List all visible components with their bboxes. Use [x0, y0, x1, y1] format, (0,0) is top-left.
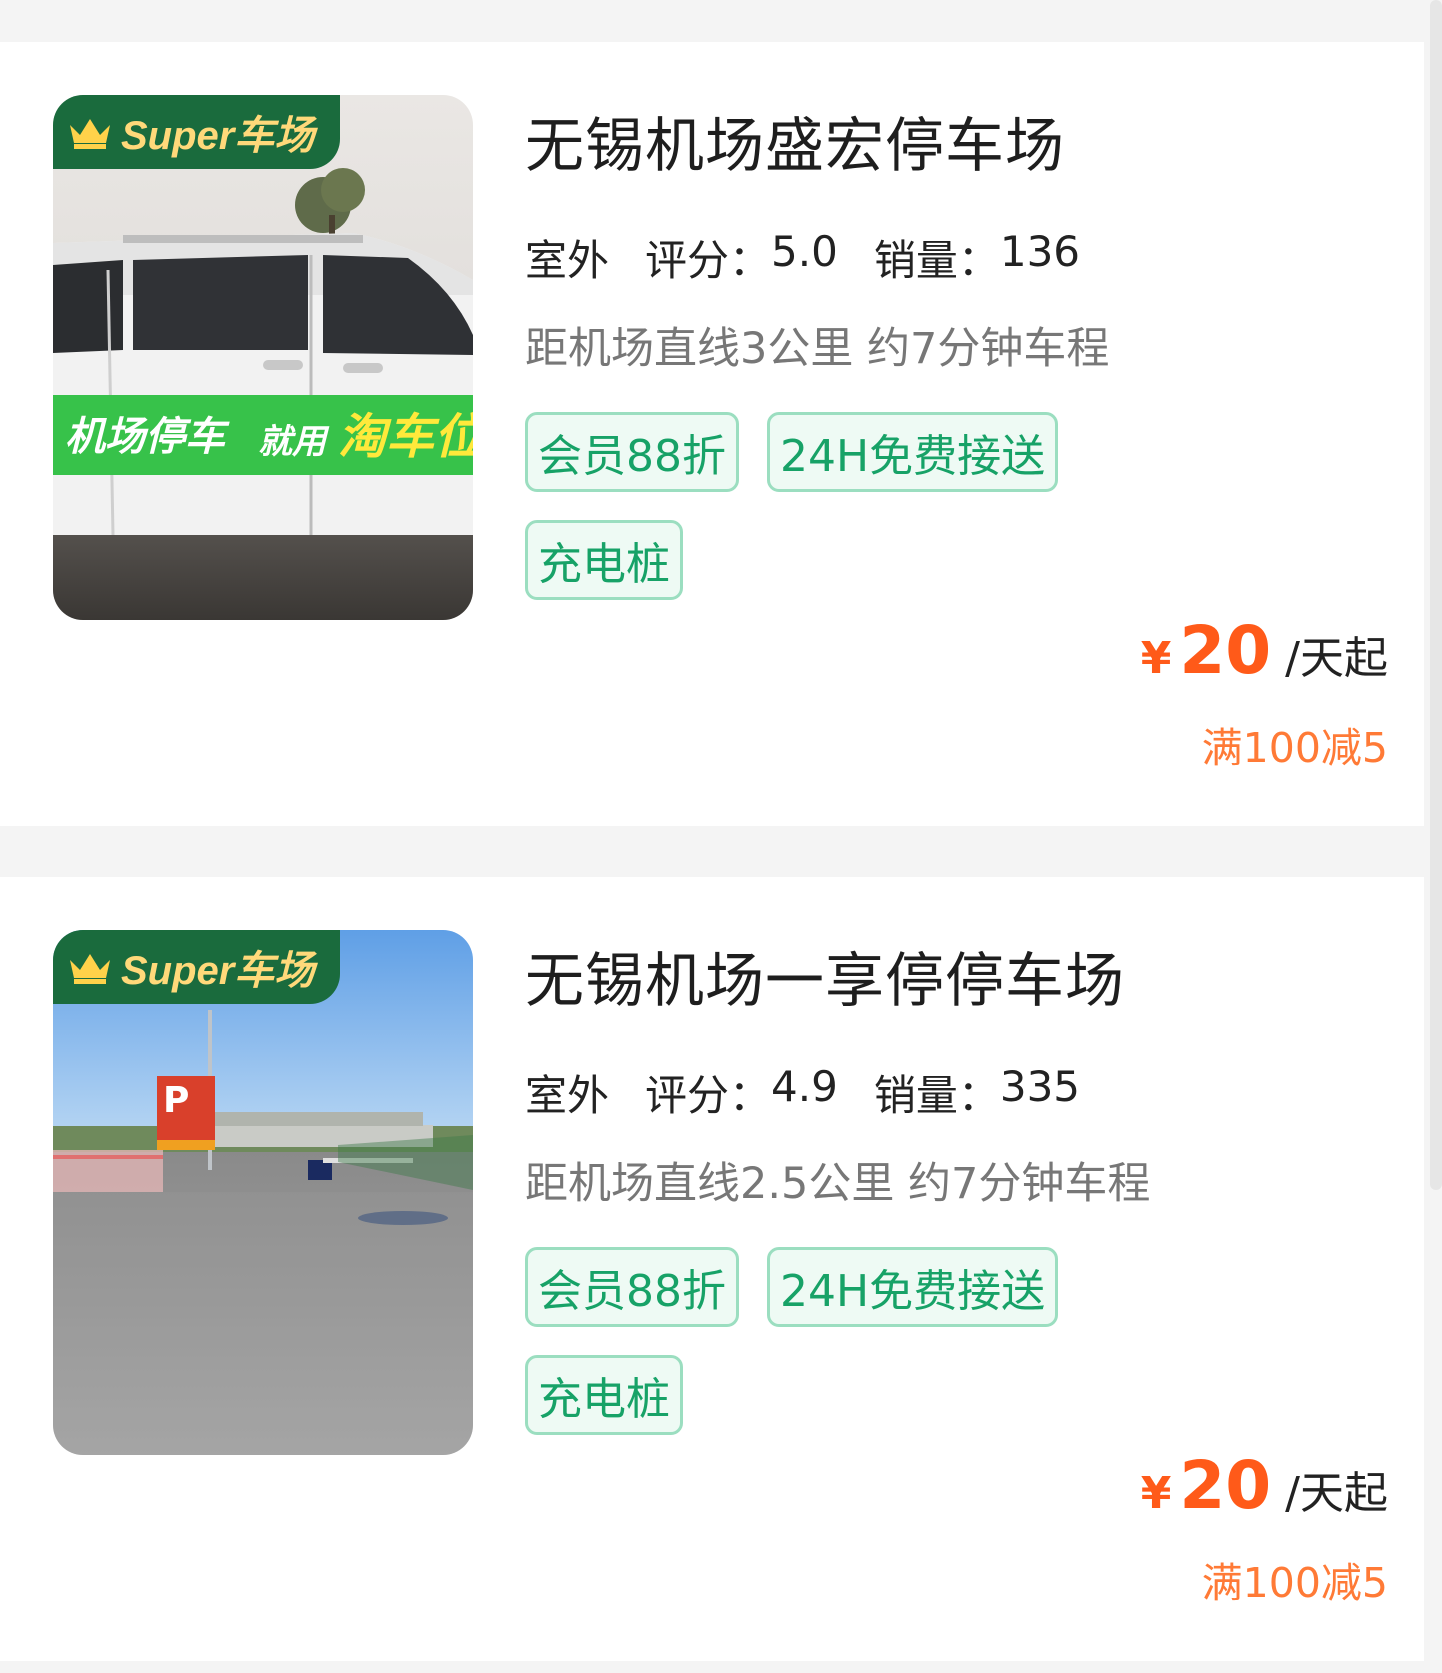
tag-member-discount: 会员88折 [525, 412, 739, 492]
super-parking-badge: Super车场 [53, 95, 341, 169]
sales-label: 销量： [873, 1071, 1000, 1120]
tag-charging-station: 充电桩 [525, 520, 683, 600]
parking-type: 室外 [525, 1062, 610, 1127]
sales-value: 136 [999, 227, 1081, 276]
rating-value: 4.9 [771, 1062, 838, 1111]
tag-free-shuttle: 24H免费接送 [767, 412, 1059, 492]
rating-value: 5.0 [771, 227, 838, 276]
rating-label: 评分： [645, 1071, 772, 1120]
sales: 销量： 136 [874, 227, 1080, 288]
price-unit: /天起 [1285, 633, 1388, 684]
price: ¥ 20 /天起 [1141, 612, 1388, 689]
tag-charging-station: 充电桩 [525, 1355, 683, 1435]
feature-tags: 会员88折 24H免费接送 充电桩 [525, 1247, 1085, 1435]
distance-info: 距机场直线2.5公里 约7分钟车程 [525, 1159, 1151, 1209]
rating: 评分： 5.0 [645, 227, 838, 288]
car-photo-icon: 机场停车 就用 淘车位 [53, 95, 473, 620]
svg-text:P: P [163, 1080, 189, 1121]
price-unit: /天起 [1285, 1468, 1388, 1519]
currency-symbol: ¥ [1140, 633, 1172, 684]
sales-value: 335 [999, 1062, 1081, 1111]
parking-title[interactable]: 无锡机场一享停停车场 [525, 933, 1125, 1018]
crown-icon [67, 115, 113, 149]
distance-info: 距机场直线3公里 约7分钟车程 [525, 324, 1110, 374]
svg-text:就用: 就用 [258, 422, 330, 462]
parking-meta: 室外 评分： 5.0 销量： 136 [525, 227, 1080, 292]
parking-photo[interactable]: P Super车场 [53, 930, 473, 1455]
price-value: 20 [1179, 612, 1272, 689]
parking-card[interactable]: P Super车场 无锡机场一享停停车场 室外 评分： 4.9 销量： 335 … [0, 877, 1424, 1661]
svg-text:机场停车: 机场停车 [65, 414, 230, 460]
currency-symbol: ¥ [1140, 1468, 1172, 1519]
promo-text: 满100减5 [1201, 724, 1388, 772]
parking-card[interactable]: 机场停车 就用 淘车位 Super车场 无锡机场盛宏停车场 室外 评分： 5.0 [0, 42, 1424, 826]
sales: 销量： 335 [874, 1062, 1080, 1123]
tag-free-shuttle: 24H免费接送 [767, 1247, 1059, 1327]
sales-label: 销量： [873, 236, 1000, 285]
feature-tags: 会员88折 24H免费接送 充电桩 [525, 412, 1085, 600]
crown-icon [67, 950, 113, 984]
parking-type: 室外 [525, 227, 610, 292]
rating-label: 评分： [645, 236, 772, 285]
tag-member-discount: 会员88折 [525, 1247, 739, 1327]
svg-text:淘车位: 淘车位 [338, 409, 473, 465]
super-parking-badge: Super车场 [53, 930, 341, 1004]
parking-title[interactable]: 无锡机场盛宏停车场 [525, 98, 1065, 183]
badge-label: Super车场 [121, 114, 315, 158]
rating: 评分： 4.9 [645, 1062, 838, 1123]
parking-photo[interactable]: 机场停车 就用 淘车位 Super车场 [53, 95, 473, 620]
vertical-scrollbar[interactable] [1430, 0, 1442, 1190]
price: ¥ 20 /天起 [1141, 1447, 1388, 1524]
parking-meta: 室外 评分： 4.9 销量： 335 [525, 1062, 1080, 1127]
promo-text: 满100减5 [1201, 1559, 1388, 1607]
parking-lot-photo-icon: P [53, 930, 473, 1455]
price-value: 20 [1179, 1447, 1272, 1524]
badge-label: Super车场 [121, 949, 315, 993]
